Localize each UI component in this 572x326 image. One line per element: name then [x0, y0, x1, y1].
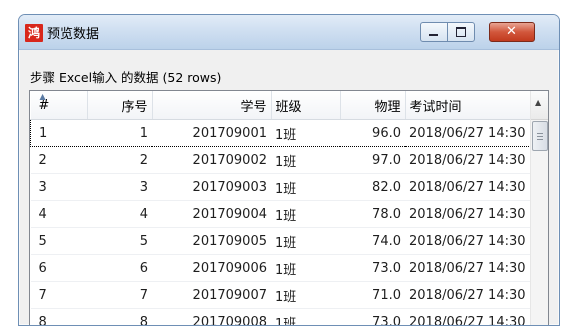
- cell-class: 1班: [271, 147, 340, 174]
- cell-seq: 2: [87, 147, 152, 174]
- column-header-seq[interactable]: 序号: [87, 91, 152, 120]
- table-row[interactable]: 112017090011班96.02018/06/27 14:30: [31, 120, 549, 147]
- data-table: ▲ # 序号 学号 班级 物理 考试时间 112017090011班96.020…: [30, 91, 549, 326]
- vertical-scrollbar[interactable]: ▲: [530, 91, 548, 326]
- cell-student-id: 201709006: [152, 255, 271, 282]
- cell-class: 1班: [271, 309, 340, 326]
- cell-student-id: 201709003: [152, 174, 271, 201]
- cell-student-id: 201709008: [152, 309, 271, 326]
- window-title: 预览数据: [47, 23, 99, 42]
- cell-index: 8: [31, 309, 88, 326]
- scrollbar-thumb[interactable]: [532, 121, 548, 151]
- cell-seq: 5: [87, 228, 152, 255]
- cell-exam-time: 2018/06/27 14:30: [405, 147, 548, 174]
- maximize-icon: [456, 27, 466, 37]
- table-header-row: ▲ # 序号 学号 班级 物理 考试时间: [31, 91, 549, 120]
- cell-index: 6: [31, 255, 88, 282]
- column-header-class[interactable]: 班级: [271, 91, 340, 120]
- cell-seq: 7: [87, 282, 152, 309]
- cell-class: 1班: [271, 120, 340, 147]
- table-row[interactable]: 222017090021班97.02018/06/27 14:30: [31, 147, 549, 174]
- app-icon: 鸿: [25, 24, 43, 42]
- cell-physics: 73.0: [340, 309, 405, 326]
- cell-class: 1班: [271, 174, 340, 201]
- title-bar[interactable]: 鸿 预览数据 ✕: [19, 15, 559, 50]
- cell-class: 1班: [271, 228, 340, 255]
- cell-index: 2: [31, 147, 88, 174]
- column-header-exam-time[interactable]: 考试时间: [405, 91, 548, 120]
- cell-index: 3: [31, 174, 88, 201]
- sort-caret-icon: ▲: [40, 92, 46, 101]
- close-icon: ✕: [506, 23, 517, 41]
- scroll-up-button[interactable]: ▲: [531, 91, 548, 120]
- cell-physics: 71.0: [340, 282, 405, 309]
- table-row[interactable]: 332017090031班82.02018/06/27 14:30: [31, 174, 549, 201]
- table-row[interactable]: 662017090061班73.02018/06/27 14:30: [31, 255, 549, 282]
- cell-student-id: 201709004: [152, 201, 271, 228]
- table-row[interactable]: 552017090051班74.02018/06/27 14:30: [31, 228, 549, 255]
- cell-index: 4: [31, 201, 88, 228]
- cell-seq: 8: [87, 309, 152, 326]
- cell-index: 5: [31, 228, 88, 255]
- cell-physics: 73.0: [340, 255, 405, 282]
- column-header-physics[interactable]: 物理: [340, 91, 405, 120]
- cell-exam-time: 2018/06/27 14:30: [405, 120, 548, 147]
- cell-seq: 4: [87, 201, 152, 228]
- column-header-student-id[interactable]: 学号: [152, 91, 271, 120]
- column-header-index[interactable]: ▲ #: [31, 91, 88, 120]
- preview-data-window: 鸿 预览数据 ✕ 步骤 Excel输入 的数据 (52 rows) ▲ # 序号…: [18, 14, 560, 326]
- cell-seq: 3: [87, 174, 152, 201]
- cell-class: 1班: [271, 282, 340, 309]
- table-row[interactable]: 442017090041班78.02018/06/27 14:30: [31, 201, 549, 228]
- cell-exam-time: 2018/06/27 14:30: [405, 228, 548, 255]
- table-row[interactable]: 882017090081班73.02018/06/27 14:30: [31, 309, 549, 326]
- cell-class: 1班: [271, 201, 340, 228]
- cell-exam-time: 2018/06/27 14:30: [405, 174, 548, 201]
- cell-student-id: 201709007: [152, 282, 271, 309]
- cell-physics: 78.0: [340, 201, 405, 228]
- cell-exam-time: 2018/06/27 14:30: [405, 201, 548, 228]
- minimize-button[interactable]: [420, 22, 448, 42]
- minimize-icon: [429, 34, 438, 36]
- cell-index: 7: [31, 282, 88, 309]
- cell-physics: 82.0: [340, 174, 405, 201]
- cell-physics: 74.0: [340, 228, 405, 255]
- grip-icon: [537, 133, 543, 140]
- table-row[interactable]: 772017090071班71.02018/06/27 14:30: [31, 282, 549, 309]
- cell-seq: 1: [87, 120, 152, 147]
- cell-exam-time: 2018/06/27 14:30: [405, 255, 548, 282]
- data-summary-label: 步骤 Excel输入 的数据 (52 rows): [30, 67, 221, 86]
- cell-physics: 97.0: [340, 147, 405, 174]
- cell-class: 1班: [271, 255, 340, 282]
- cell-index: 1: [31, 120, 88, 147]
- close-button[interactable]: ✕: [489, 22, 535, 42]
- cell-exam-time: 2018/06/27 14:30: [405, 309, 548, 326]
- cell-student-id: 201709001: [152, 120, 271, 147]
- maximize-button[interactable]: [447, 22, 475, 42]
- cell-physics: 96.0: [340, 120, 405, 147]
- cell-exam-time: 2018/06/27 14:30: [405, 282, 548, 309]
- cell-student-id: 201709005: [152, 228, 271, 255]
- cell-seq: 6: [87, 255, 152, 282]
- table-body: 112017090011班96.02018/06/27 14:302220170…: [31, 120, 549, 326]
- data-table-frame: ▲ # 序号 学号 班级 物理 考试时间 112017090011班96.020…: [29, 90, 549, 326]
- arrow-up-icon: ▲: [535, 98, 541, 107]
- cell-student-id: 201709002: [152, 147, 271, 174]
